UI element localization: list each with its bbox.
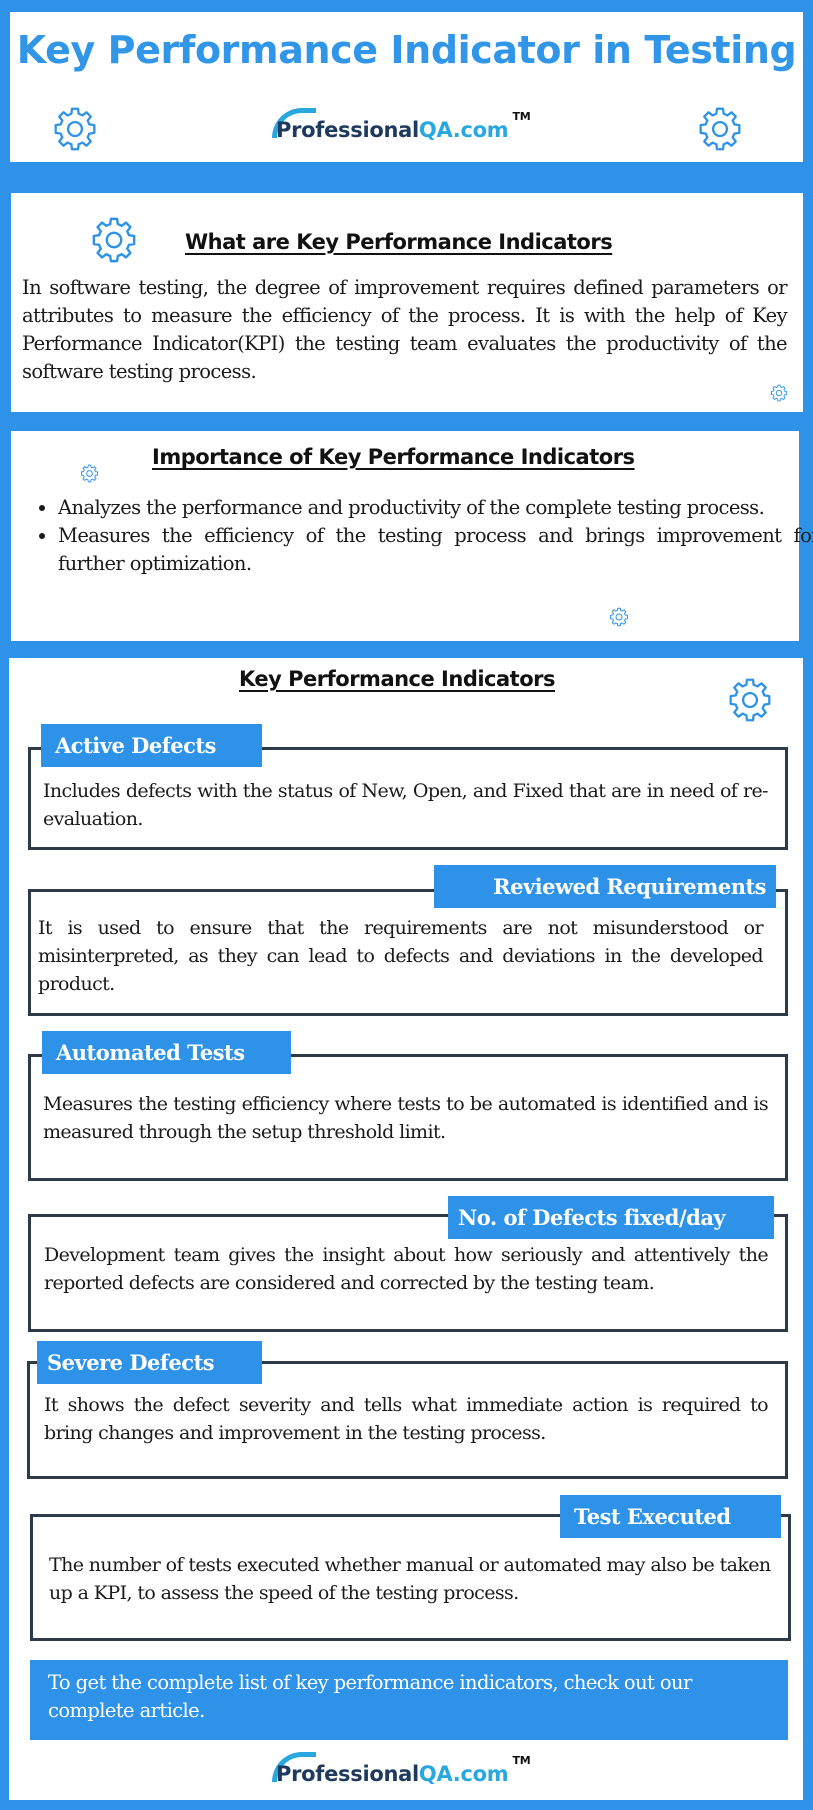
what-text: In software testing, the degree of impro… [22,276,788,383]
kpi-label: Active Defects [41,724,262,767]
what-heading: What are Key Performance Indicators [185,230,613,254]
cta-banner[interactable]: To get the complete list of key performa… [30,1660,788,1740]
kpi-description: Development team gives the insight about… [44,1244,769,1294]
logo-text-qa: QA.com [418,118,509,142]
list-item: Analyzes the performance and productivit… [58,494,813,522]
page-title: Key Performance Indicator in Testing [16,28,797,72]
kpi-label: No. of Defects fixed/day [448,1196,774,1239]
gear-icon [770,384,788,402]
importance-list: Analyzes the performance and productivit… [22,494,813,578]
gear-icon [52,106,98,152]
logo-text-professional: Professional [276,1762,419,1786]
kpi-label: Reviewed Requirements [434,865,776,908]
importance-heading: Importance of Key Performance Indicators [152,445,635,469]
gear-icon [609,607,629,627]
kpi-description: Measures the testing efficiency where te… [43,1093,769,1143]
logo-text-qa: QA.com [418,1762,509,1786]
footer-logo[interactable]: ProfessionalQA.com TM [272,1752,531,1786]
trademark: TM [512,110,531,123]
gear-icon [697,106,743,152]
kpi-label: Test Executed [560,1495,781,1538]
logo-text-professional: Professional [276,118,419,142]
kpi-label: Automated Tests [42,1031,291,1074]
gear-icon [727,677,773,723]
kpi-description: It is used to ensure that the requiremen… [38,917,764,995]
gear-icon [90,216,138,264]
kpi-heading: Key Performance Indicators [239,667,556,691]
kpi-description: The number of tests executed whether man… [49,1554,771,1604]
brand-logo[interactable]: ProfessionalQA.com TM [272,108,531,142]
list-item: Measures the efficiency of the testing p… [58,522,813,578]
gear-icon [80,464,99,483]
kpi-label: Severe Defects [37,1341,262,1384]
kpi-description: Includes defects with the status of New,… [43,780,769,830]
trademark: TM [512,1754,531,1767]
kpi-description: It shows the defect severity and tells w… [44,1394,769,1444]
